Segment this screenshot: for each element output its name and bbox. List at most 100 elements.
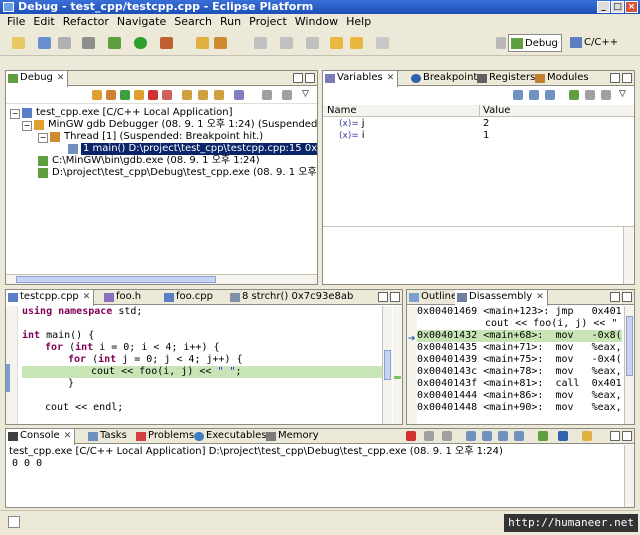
remove-launch-icon[interactable] — [424, 431, 434, 441]
tree-item-stack-frame[interactable]: 1 main() D:\project\test_cpp\testcpp.cpp… — [81, 143, 317, 155]
run-icon[interactable] — [134, 37, 147, 49]
close-icon[interactable]: ✕ — [64, 431, 72, 441]
tab-registers[interactable]: Registers — [475, 71, 538, 86]
maximize-button[interactable]: □ — [611, 1, 624, 13]
tab-problems[interactable]: Problems — [134, 429, 197, 444]
menu-project[interactable]: Project — [245, 14, 291, 30]
tree-item-application[interactable]: test_cpp.exe [C/C++ Local Application] — [36, 107, 233, 119]
instruction-line[interactable]: 0x00401432 <main+68>: mov -0x8( — [417, 330, 622, 342]
tab-debug[interactable]: Debug ✕ — [6, 71, 69, 87]
view-menu-icon[interactable] — [262, 90, 272, 100]
maximize-view-icon[interactable] — [622, 292, 632, 302]
instruction-line[interactable]: 0x00401439 <main+75>: mov -0x4( — [417, 354, 622, 366]
view-menu-chevron-icon[interactable]: ▽ — [619, 89, 626, 99]
scroll-thumb[interactable] — [626, 316, 633, 376]
detail-pane-divider[interactable] — [323, 226, 634, 227]
instruction-line[interactable]: 0x0040143f <main+81>: call 0x401 — [417, 378, 622, 390]
tree-item-gdb-process[interactable]: C:\MinGW\bin\gdb.exe (08. 9. 1 오후 1:24) — [52, 155, 260, 167]
next-annotation-icon[interactable] — [280, 37, 293, 49]
variable-row[interactable]: (x)= i — [339, 130, 365, 142]
tab-variables[interactable]: Variables ✕ — [323, 71, 399, 87]
scroll-thumb[interactable] — [16, 276, 216, 283]
fast-view-icon[interactable] — [8, 516, 20, 528]
menu-navigate[interactable]: Navigate — [113, 14, 170, 30]
tab-disassembly[interactable]: Disassembly ✕ — [455, 290, 548, 306]
debug-icon[interactable] — [108, 37, 121, 49]
tab-executables[interactable]: Executables — [192, 429, 269, 444]
menu-window[interactable]: Window — [291, 14, 342, 30]
collapse-icon[interactable]: − — [10, 109, 20, 119]
show-on-error-icon[interactable] — [514, 431, 524, 441]
tree-item-app-process[interactable]: D:\project\test_cpp\Debug\test_cpp.exe (… — [52, 167, 317, 179]
tree-item-debugger[interactable]: MinGW gdb Debugger (08. 9. 1 오후 1:24) (S… — [48, 119, 317, 131]
menu-refactor[interactable]: Refactor — [59, 14, 113, 30]
print-icon[interactable] — [58, 37, 71, 49]
maximize-view-icon[interactable] — [390, 292, 400, 302]
open-type-icon[interactable] — [214, 37, 227, 49]
show-type-names-icon[interactable] — [513, 90, 523, 100]
prev-annotation-icon[interactable] — [306, 37, 319, 49]
terminate-icon[interactable] — [406, 431, 416, 441]
menu-edit[interactable]: Edit — [29, 14, 58, 30]
disconnect-icon[interactable] — [162, 90, 172, 100]
minimize-view-icon[interactable] — [610, 292, 620, 302]
disassembly-text[interactable]: 0x00401469 <main+123>: jmp 0x401 cout << … — [417, 306, 622, 414]
maximize-view-icon[interactable] — [622, 431, 632, 441]
instruction-line[interactable]: 0x00401448 <main+90>: mov %eax, — [417, 402, 622, 414]
menu-file[interactable]: File — [3, 14, 29, 30]
terminate-icon[interactable] — [148, 90, 158, 100]
minimize-view-icon[interactable] — [610, 73, 620, 83]
code-line[interactable]: using namespace std; — [22, 306, 382, 318]
forward-icon[interactable] — [350, 37, 363, 49]
editor-ruler[interactable] — [6, 306, 18, 424]
close-icon[interactable]: ✕ — [83, 292, 91, 302]
suspend-icon[interactable] — [134, 90, 144, 100]
vertical-scrollbar[interactable] — [382, 306, 392, 424]
tab-foo-cpp[interactable]: foo.cpp — [162, 290, 216, 305]
tab-memory[interactable]: Memory — [264, 429, 322, 444]
close-icon[interactable]: ✕ — [536, 292, 544, 302]
scroll-lock-icon[interactable] — [482, 431, 492, 441]
disassembly-ruler[interactable]: ➔ — [407, 306, 417, 424]
code-line[interactable]: } — [22, 378, 382, 390]
maximize-view-icon[interactable] — [305, 73, 315, 83]
menu-help[interactable]: Help — [342, 14, 375, 30]
display-console-icon[interactable] — [558, 431, 568, 441]
drop-to-frame-icon[interactable] — [282, 90, 292, 100]
external-tools-icon[interactable] — [160, 37, 173, 49]
maximize-view-icon[interactable] — [622, 73, 632, 83]
column-header-name[interactable]: Name — [327, 105, 357, 117]
vertical-scrollbar[interactable] — [624, 445, 634, 507]
resume-icon[interactable] — [120, 90, 130, 100]
add-global-icon[interactable] — [569, 90, 579, 100]
instruction-line[interactable]: 0x0040143c <main+78>: mov %eax, — [417, 366, 622, 378]
code-line[interactable] — [22, 390, 382, 402]
restart-icon[interactable] — [106, 90, 116, 100]
show-on-output-icon[interactable] — [498, 431, 508, 441]
back-icon[interactable] — [330, 37, 343, 49]
collapse-icon[interactable]: − — [22, 121, 32, 131]
vertical-scrollbar[interactable] — [624, 306, 634, 424]
code-line[interactable] — [22, 318, 382, 330]
open-folder-icon[interactable] — [196, 37, 209, 49]
perspective-cpp[interactable]: C/C++ — [568, 34, 621, 52]
pin-console-icon[interactable] — [538, 431, 548, 441]
remove-all-icon[interactable] — [601, 90, 611, 100]
tab-tasks[interactable]: Tasks — [86, 429, 130, 444]
tree-item-thread[interactable]: Thread [1] (Suspended: Breakpoint hit.) — [64, 131, 263, 143]
console-output[interactable]: 0 0 0 — [12, 458, 42, 470]
code-line[interactable]: for (int j = 0; j < 4; j++) { — [22, 354, 382, 366]
horizontal-scrollbar[interactable] — [6, 274, 317, 284]
view-menu-chevron-icon[interactable]: ▽ — [302, 89, 309, 99]
step-into-icon[interactable] — [182, 90, 192, 100]
source-line[interactable]: cout << foo(i, j) << " — [417, 318, 622, 330]
instruction-step-icon[interactable] — [234, 90, 244, 100]
open-perspective-icon[interactable] — [496, 37, 506, 49]
build-icon[interactable] — [82, 37, 95, 49]
menu-search[interactable]: Search — [170, 14, 216, 30]
step-return-icon[interactable] — [214, 90, 224, 100]
scroll-thumb[interactable] — [384, 350, 391, 380]
close-icon[interactable]: ✕ — [387, 73, 395, 83]
code-line[interactable]: int main() { — [22, 330, 382, 342]
tab-outline[interactable]: Outline — [407, 290, 460, 305]
